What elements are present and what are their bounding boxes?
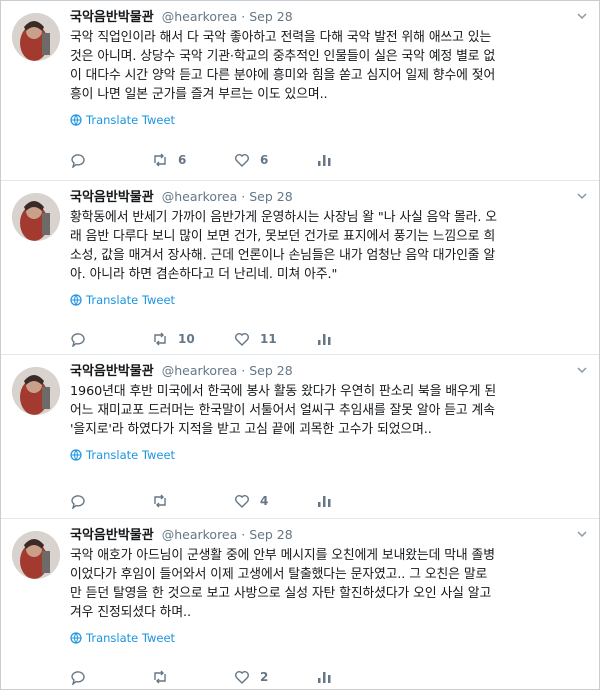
reply-button[interactable] <box>70 331 152 347</box>
reply-button[interactable] <box>70 152 152 168</box>
retweet-icon <box>154 332 166 346</box>
retweet-button[interactable] <box>152 493 234 509</box>
stats-button[interactable] <box>316 493 398 509</box>
tweet-timeline: 국악음반박물관 @hearkorea · Sep 28 국악 직업인이라 해서 … <box>0 0 600 690</box>
retweet-button[interactable]: 6 <box>152 152 234 168</box>
translate-tweet-link[interactable]: Translate Tweet <box>70 447 589 463</box>
tweet-header: 국악음반박물관 @hearkorea · Sep 28 <box>70 187 589 207</box>
reply-icon <box>71 333 85 347</box>
display-name[interactable]: 국악음반박물관 <box>70 190 154 205</box>
tweet-text: 황학동에서 반세기 가까이 음반가게 운영하시는 사장님 왈 "나 사실 음악 … <box>70 210 497 282</box>
user-handle[interactable]: @hearkorea <box>162 527 238 542</box>
separator-dot: · <box>241 363 246 378</box>
stats-button[interactable] <box>316 669 398 685</box>
reply-icon <box>71 154 85 168</box>
tweet-date[interactable]: Sep 28 <box>249 189 292 204</box>
tweet-actions: 6 6 <box>70 150 589 170</box>
globe-icon <box>70 632 82 644</box>
chevron-down-icon[interactable] <box>575 363 589 377</box>
tweet[interactable]: 국악음반박물관 @hearkorea · Sep 28 국악 직업인이라 해서 … <box>1 1 599 181</box>
chevron-down-icon[interactable] <box>575 189 589 203</box>
avatar[interactable] <box>12 531 60 579</box>
tweet[interactable]: 국악음반박물관 @hearkorea · Sep 28 1960년대 후반 미국… <box>1 355 599 519</box>
reply-icon <box>71 495 85 509</box>
retweet-button[interactable] <box>152 669 234 685</box>
tweet-date[interactable]: Sep 28 <box>249 363 292 378</box>
tweet[interactable]: 국악음반박물관 @hearkorea · Sep 28 국악 애호가 아드님이 … <box>1 519 599 689</box>
bar-chart-icon <box>318 155 331 166</box>
bar-chart-icon <box>318 334 331 345</box>
retweet-icon <box>154 153 166 167</box>
display-name[interactable]: 국악음반박물관 <box>70 364 154 379</box>
translate-tweet-link[interactable]: Translate Tweet <box>70 292 589 308</box>
translate-label: Translate Tweet <box>86 448 176 462</box>
tweet-date[interactable]: Sep 28 <box>249 527 292 542</box>
tweet-text: 국악 애호가 아드님이 군생활 중에 안부 메시지를 오친에게 보내왔는데 막내… <box>70 548 495 620</box>
reply-button[interactable] <box>70 493 152 509</box>
tweet-text: 국악 직업인이라 해서 다 국악 좋아하고 전력을 다해 국악 발전 위해 애쓰… <box>70 30 496 102</box>
tweet-actions: 10 11 <box>70 329 589 349</box>
retweet-icon <box>154 670 166 684</box>
tweet-actions: 4 <box>70 491 589 511</box>
translate-label: Translate Tweet <box>86 631 176 645</box>
translate-label: Translate Tweet <box>86 113 176 127</box>
avatar[interactable] <box>12 193 60 241</box>
like-button[interactable]: 4 <box>234 493 316 509</box>
separator-dot: · <box>241 9 246 24</box>
translate-tweet-link[interactable]: Translate Tweet <box>70 112 589 128</box>
like-button[interactable]: 6 <box>234 152 316 168</box>
heart-icon <box>235 495 249 508</box>
globe-icon <box>70 449 82 461</box>
tweet[interactable]: 국악음반박물관 @hearkorea · Sep 28 황학동에서 반세기 가까… <box>1 181 599 355</box>
heart-icon <box>235 154 249 167</box>
globe-icon <box>70 114 82 126</box>
user-handle[interactable]: @hearkorea <box>162 363 238 378</box>
retweet-count: 10 <box>178 332 195 346</box>
chevron-down-icon[interactable] <box>575 527 589 541</box>
tweet-header: 국악음반박물관 @hearkorea · Sep 28 <box>70 525 589 545</box>
heart-icon <box>235 671 249 684</box>
like-count: 4 <box>260 494 269 508</box>
like-button[interactable]: 2 <box>234 669 316 685</box>
retweet-button[interactable]: 10 <box>152 331 234 347</box>
bar-chart-icon <box>318 496 331 507</box>
tweet-text: 1960년대 후반 미국에서 한국에 봉사 활동 왔다가 우연히 판소리 북을 … <box>70 384 497 437</box>
translate-label: Translate Tweet <box>86 293 176 307</box>
user-handle[interactable]: @hearkorea <box>162 189 238 204</box>
chevron-down-icon[interactable] <box>575 9 589 23</box>
retweet-icon <box>154 494 166 508</box>
display-name[interactable]: 국악음반박물관 <box>70 10 154 25</box>
like-count: 6 <box>260 153 269 167</box>
globe-icon <box>70 294 82 306</box>
stats-button[interactable] <box>316 331 398 347</box>
bar-chart-icon <box>318 672 331 683</box>
heart-icon <box>235 333 249 346</box>
tweet-header: 국악음반박물관 @hearkorea · Sep 28 <box>70 7 589 27</box>
tweet-header: 국악음반박물관 @hearkorea · Sep 28 <box>70 361 589 381</box>
tweet-date[interactable]: Sep 28 <box>249 9 292 24</box>
tweet-actions: 2 <box>70 667 589 687</box>
stats-button[interactable] <box>316 152 398 168</box>
reply-button[interactable] <box>70 669 152 685</box>
reply-icon <box>71 671 85 685</box>
like-count: 11 <box>260 332 277 346</box>
separator-dot: · <box>241 189 246 204</box>
like-button[interactable]: 11 <box>234 331 316 347</box>
translate-tweet-link[interactable]: Translate Tweet <box>70 630 589 646</box>
user-handle[interactable]: @hearkorea <box>162 9 238 24</box>
like-count: 2 <box>260 670 269 684</box>
separator-dot: · <box>241 527 246 542</box>
retweet-count: 6 <box>178 153 187 167</box>
avatar[interactable] <box>12 13 60 61</box>
display-name[interactable]: 국악음반박물관 <box>70 528 154 543</box>
avatar[interactable] <box>12 367 60 415</box>
